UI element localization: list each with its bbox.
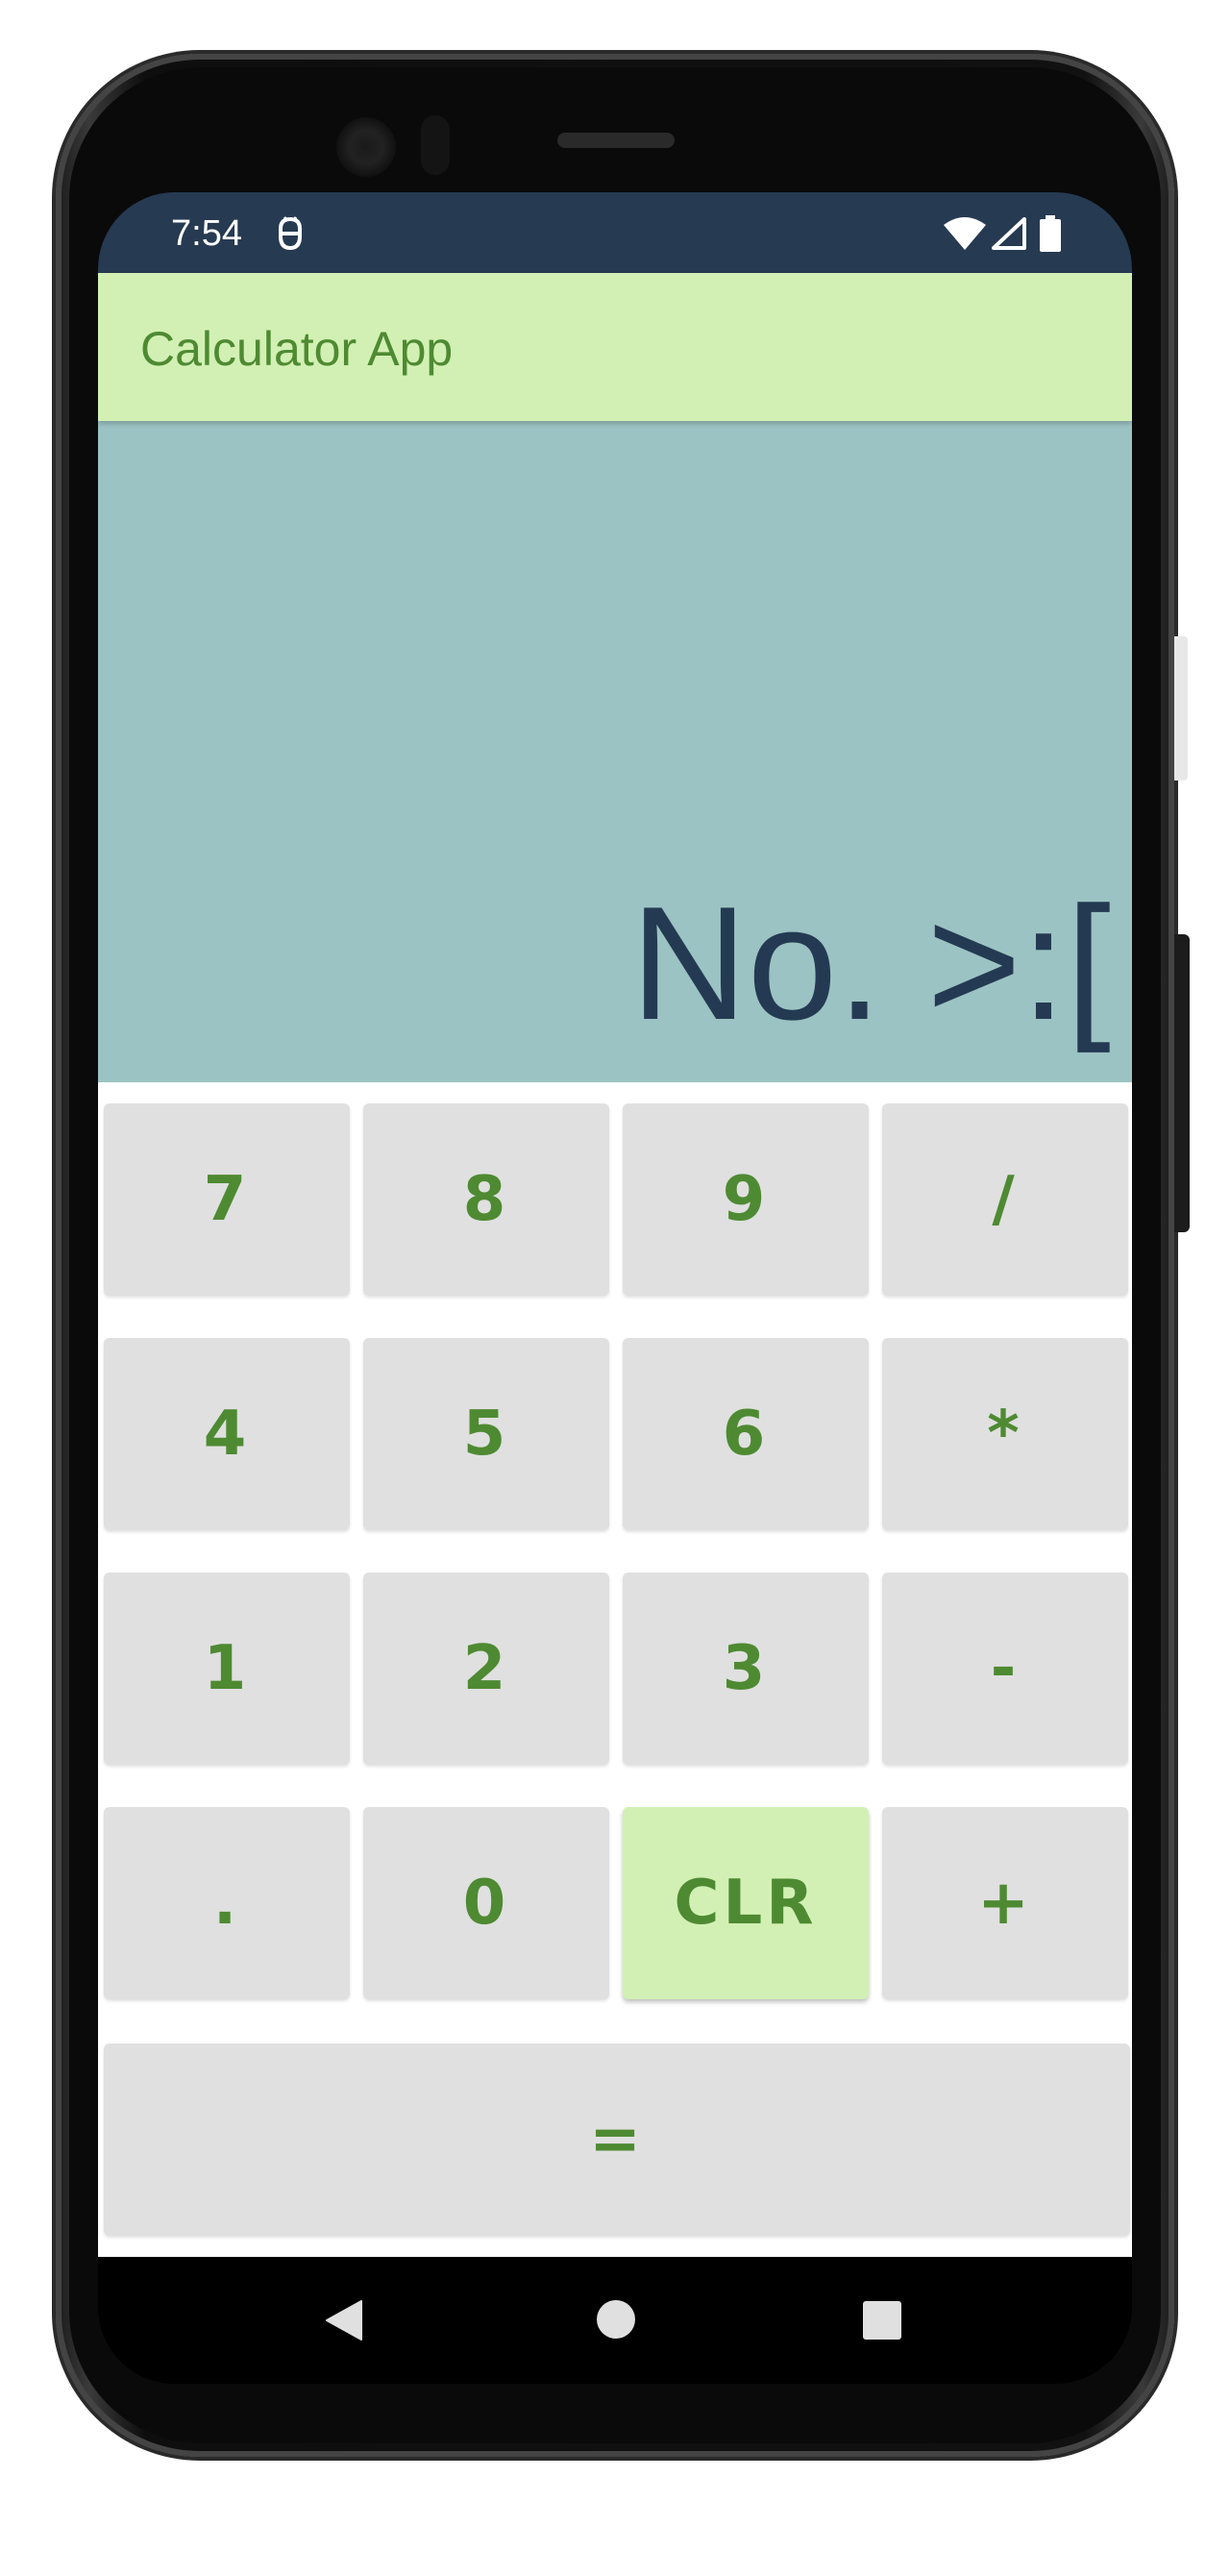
keypad: 7 8 9 / 4 5 6 * 1 2 3 - . 0 CLR + = (98, 1082, 1132, 2257)
key-4[interactable]: 4 (104, 1338, 350, 1530)
wifi-icon (944, 217, 986, 255)
navigation-bar (98, 2257, 1132, 2384)
clear-button[interactable]: CLR (623, 1807, 869, 1999)
front-camera (336, 117, 396, 177)
key-3[interactable]: 3 (623, 1573, 869, 1765)
key-8[interactable]: 8 (363, 1103, 609, 1296)
status-bar: 7:54 (98, 192, 1132, 273)
cell-signal-icon (992, 217, 1026, 255)
recents-icon[interactable] (863, 2301, 901, 2344)
key-7[interactable]: 7 (104, 1103, 350, 1296)
key-add[interactable]: + (882, 1807, 1128, 1999)
side-button-upper (1174, 636, 1188, 780)
key-1[interactable]: 1 (104, 1573, 350, 1765)
display-text: No. >:[ (630, 873, 1111, 1053)
calculator-display: No. >:[ (98, 421, 1132, 1082)
key-subtract[interactable]: - (882, 1573, 1128, 1765)
app-bar: Calculator App (98, 273, 1132, 421)
proximity-sensor (421, 115, 450, 175)
back-icon[interactable] (325, 2299, 363, 2346)
key-multiply[interactable]: * (882, 1338, 1128, 1530)
screen: 7:54 Calculator App No. >:[7 8 9 / 4 5 … (98, 192, 1132, 2384)
earpiece-speaker (557, 133, 675, 148)
key-6[interactable]: 6 (623, 1338, 869, 1530)
status-time: 7:54 (171, 213, 242, 254)
battery-icon (1040, 215, 1061, 257)
key-9[interactable]: 9 (623, 1103, 869, 1296)
key-5[interactable]: 5 (363, 1338, 609, 1530)
equals-button[interactable]: = (104, 2043, 1130, 2236)
side-button-power (1174, 934, 1190, 1232)
app-title: Calculator App (140, 322, 454, 376)
key-divide[interactable]: / (882, 1103, 1128, 1296)
debug-icon (275, 215, 306, 257)
key-decimal[interactable]: . (104, 1807, 350, 1999)
key-0[interactable]: 0 (363, 1807, 609, 1999)
home-icon[interactable] (596, 2299, 636, 2344)
key-2[interactable]: 2 (363, 1573, 609, 1765)
